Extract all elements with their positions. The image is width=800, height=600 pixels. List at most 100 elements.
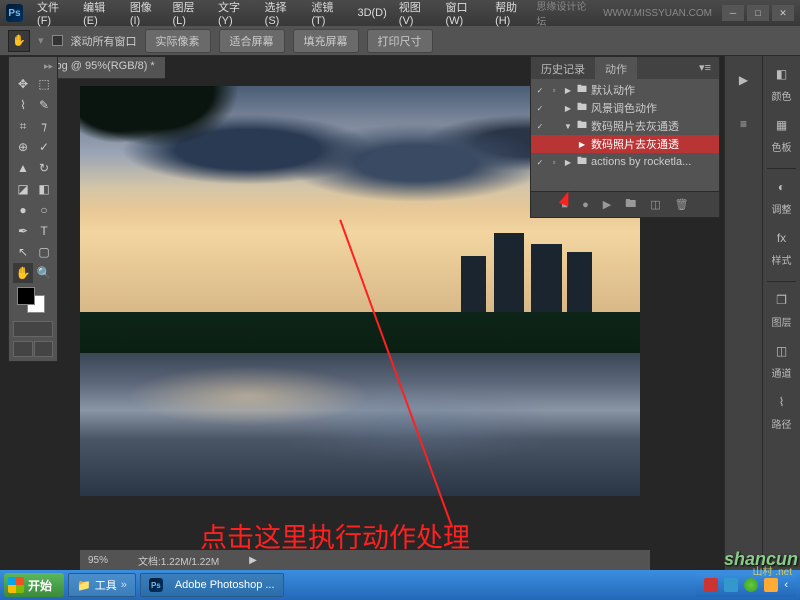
move-tool[interactable]: ✥ — [13, 74, 33, 94]
menu-help[interactable]: 帮助(H) — [489, 0, 536, 27]
eyedropper-tool[interactable]: ⁊ — [34, 116, 54, 136]
zoom-level[interactable]: 95% — [88, 555, 108, 566]
menu-3d[interactable]: 3D(D) — [351, 7, 392, 19]
screenmode2-button[interactable] — [34, 341, 54, 357]
toggle-icon[interactable]: ✓ — [535, 85, 545, 95]
path-tool[interactable]: ↖ — [13, 242, 33, 262]
action-list: ✓ ▫ ▶ 🖿 默认动作 ✓ ▶ 🖿 风景调色动作 ✓ ▼ 🖿 数码照片去灰通透 — [531, 79, 719, 173]
marquee-tool[interactable]: ⬚ — [34, 74, 54, 94]
menu-view[interactable]: 视图(V) — [393, 0, 440, 27]
close-button[interactable]: ✕ — [772, 5, 794, 21]
menu-type[interactable]: 文字(Y) — [212, 0, 259, 27]
color-panel-label[interactable]: 颜色 — [772, 88, 792, 103]
pen-tool[interactable]: ✒ — [13, 221, 33, 241]
expand-icon[interactable]: ▶ — [563, 158, 573, 167]
channels-panel-label[interactable]: 通道 — [772, 365, 792, 380]
titlebar: Ps 文件(F) 编辑(E) 图像(I) 图层(L) 文字(Y) 选择(S) 滤… — [0, 0, 800, 26]
history-brush-tool[interactable]: ↻ — [34, 158, 54, 178]
play-panel-icon[interactable]: ▶ — [729, 68, 759, 92]
shape-tool[interactable]: ▢ — [34, 242, 54, 262]
doc-info-arrow[interactable]: ▶ — [249, 555, 257, 566]
layers-panel-icon[interactable]: ❐ — [767, 288, 797, 312]
swatches-panel-icon[interactable]: ▦ — [767, 113, 797, 137]
record-icon[interactable]: ● — [582, 199, 589, 211]
action-item[interactable]: ✓ ▫ ▶ 🖿 actions by rocketla... — [531, 153, 719, 171]
crop-tool[interactable]: ⌗ — [13, 116, 33, 136]
channels-panel-icon[interactable]: ◫ — [767, 339, 797, 363]
blur-tool[interactable]: ● — [13, 200, 33, 220]
zoom-tool[interactable]: 🔍 — [34, 263, 54, 283]
layers-panel-label[interactable]: 图层 — [772, 314, 792, 329]
action-item-selected[interactable]: ▶ 数码照片去灰通透 — [531, 135, 719, 153]
foreground-color[interactable] — [17, 287, 35, 305]
hand-tool-icon[interactable]: ✋ — [8, 30, 30, 52]
action-item[interactable]: ✓ ▫ ▶ 🖿 默认动作 — [531, 81, 719, 99]
action-item[interactable]: ✓ ▶ 🖿 风景调色动作 — [531, 99, 719, 117]
fill-screen-button[interactable]: 填充屏幕 — [293, 29, 359, 53]
dodge-tool[interactable]: ○ — [34, 200, 54, 220]
paths-panel-label[interactable]: 路径 — [772, 416, 792, 431]
play-icon[interactable]: ▶ — [603, 198, 611, 211]
toggle-icon[interactable]: ✓ — [535, 121, 545, 131]
menu-edit[interactable]: 编辑(E) — [77, 0, 124, 27]
quick-select-tool[interactable]: ✎ — [34, 95, 54, 115]
eraser-tool[interactable]: ◪ — [13, 179, 33, 199]
menu-image[interactable]: 图像(I) — [124, 0, 167, 27]
windows-logo-icon — [8, 577, 24, 593]
dialog-icon[interactable]: ▫ — [549, 157, 559, 167]
type-tool[interactable]: T — [34, 221, 54, 241]
lasso-tool[interactable]: ⌇ — [13, 95, 33, 115]
panel-menu-icon[interactable]: ▾≡ — [691, 57, 719, 79]
toggle-icon[interactable]: ✓ — [535, 157, 545, 167]
screenmode-button[interactable] — [13, 341, 33, 357]
gradient-tool[interactable]: ◧ — [34, 179, 54, 199]
adjustments-panel-label[interactable]: 调整 — [772, 201, 792, 216]
hand-tool[interactable]: ✋ — [13, 263, 33, 283]
adjustments-panel-icon[interactable]: ◐ — [767, 175, 797, 199]
taskbar-item-tools[interactable]: 📁 工具 » — [68, 573, 136, 597]
print-size-button[interactable]: 打印尺寸 — [367, 29, 433, 53]
expand-icon[interactable]: ▼ — [563, 122, 573, 131]
stamp-tool[interactable]: ▲ — [13, 158, 33, 178]
swatches-panel-label[interactable]: 色板 — [772, 139, 792, 154]
actual-pixels-button[interactable]: 实际像素 — [145, 29, 211, 53]
tray-icon[interactable] — [744, 578, 758, 592]
paths-panel-icon[interactable]: ⌇ — [767, 390, 797, 414]
actions-tab[interactable]: 动作 — [595, 57, 637, 79]
color-panel-icon[interactable]: ◧ — [767, 62, 797, 86]
new-set-icon[interactable]: 🖿 — [625, 195, 636, 214]
scroll-all-label: 滚动所有窗口 — [71, 33, 137, 49]
action-item[interactable]: ✓ ▼ 🖿 数码照片去灰通透 — [531, 117, 719, 135]
brush-panel-icon[interactable]: ≡ — [729, 112, 759, 136]
expand-icon[interactable]: ▶ — [577, 140, 587, 149]
tray-icon[interactable] — [704, 578, 718, 592]
start-button[interactable]: 开始 — [4, 573, 64, 597]
expand-icon[interactable]: ▶ — [563, 86, 573, 95]
menu-window[interactable]: 窗口(W) — [439, 0, 489, 27]
taskbar-item-photoshop[interactable]: Ps Adobe Photoshop ... — [140, 573, 284, 597]
scroll-all-checkbox[interactable] — [52, 35, 63, 46]
new-action-icon[interactable]: ◫ — [650, 198, 660, 211]
delete-icon[interactable]: 🗑 — [675, 198, 689, 211]
styles-panel-label[interactable]: 样式 — [772, 252, 792, 267]
quickmask-button[interactable] — [13, 321, 53, 337]
styles-panel-icon[interactable]: fx — [767, 226, 797, 250]
menu-filter[interactable]: 滤镜(T) — [305, 0, 351, 27]
menu-select[interactable]: 选择(S) — [259, 0, 306, 27]
tray-icon[interactable] — [724, 578, 738, 592]
brush-tool[interactable]: ✓ — [34, 137, 54, 157]
fit-screen-button[interactable]: 适合屏幕 — [219, 29, 285, 53]
document-tab[interactable]: .jpg @ 95%(RGB/8) * — [40, 57, 165, 79]
toggle-icon[interactable]: ✓ — [535, 103, 545, 113]
dialog-icon[interactable]: ▫ — [549, 85, 559, 95]
expand-icon[interactable]: ▶ — [563, 104, 573, 113]
tray-expand-icon[interactable]: ‹ — [784, 579, 788, 591]
menu-file[interactable]: 文件(F) — [31, 0, 77, 27]
history-tab[interactable]: 历史记录 — [531, 57, 595, 79]
minimize-button[interactable]: ─ — [722, 5, 744, 21]
healing-tool[interactable]: ⊕ — [13, 137, 33, 157]
menu-layer[interactable]: 图层(L) — [166, 0, 212, 27]
action-label: 风景调色动作 — [591, 100, 657, 116]
tray-icon[interactable] — [764, 578, 778, 592]
maximize-button[interactable]: □ — [747, 5, 769, 21]
